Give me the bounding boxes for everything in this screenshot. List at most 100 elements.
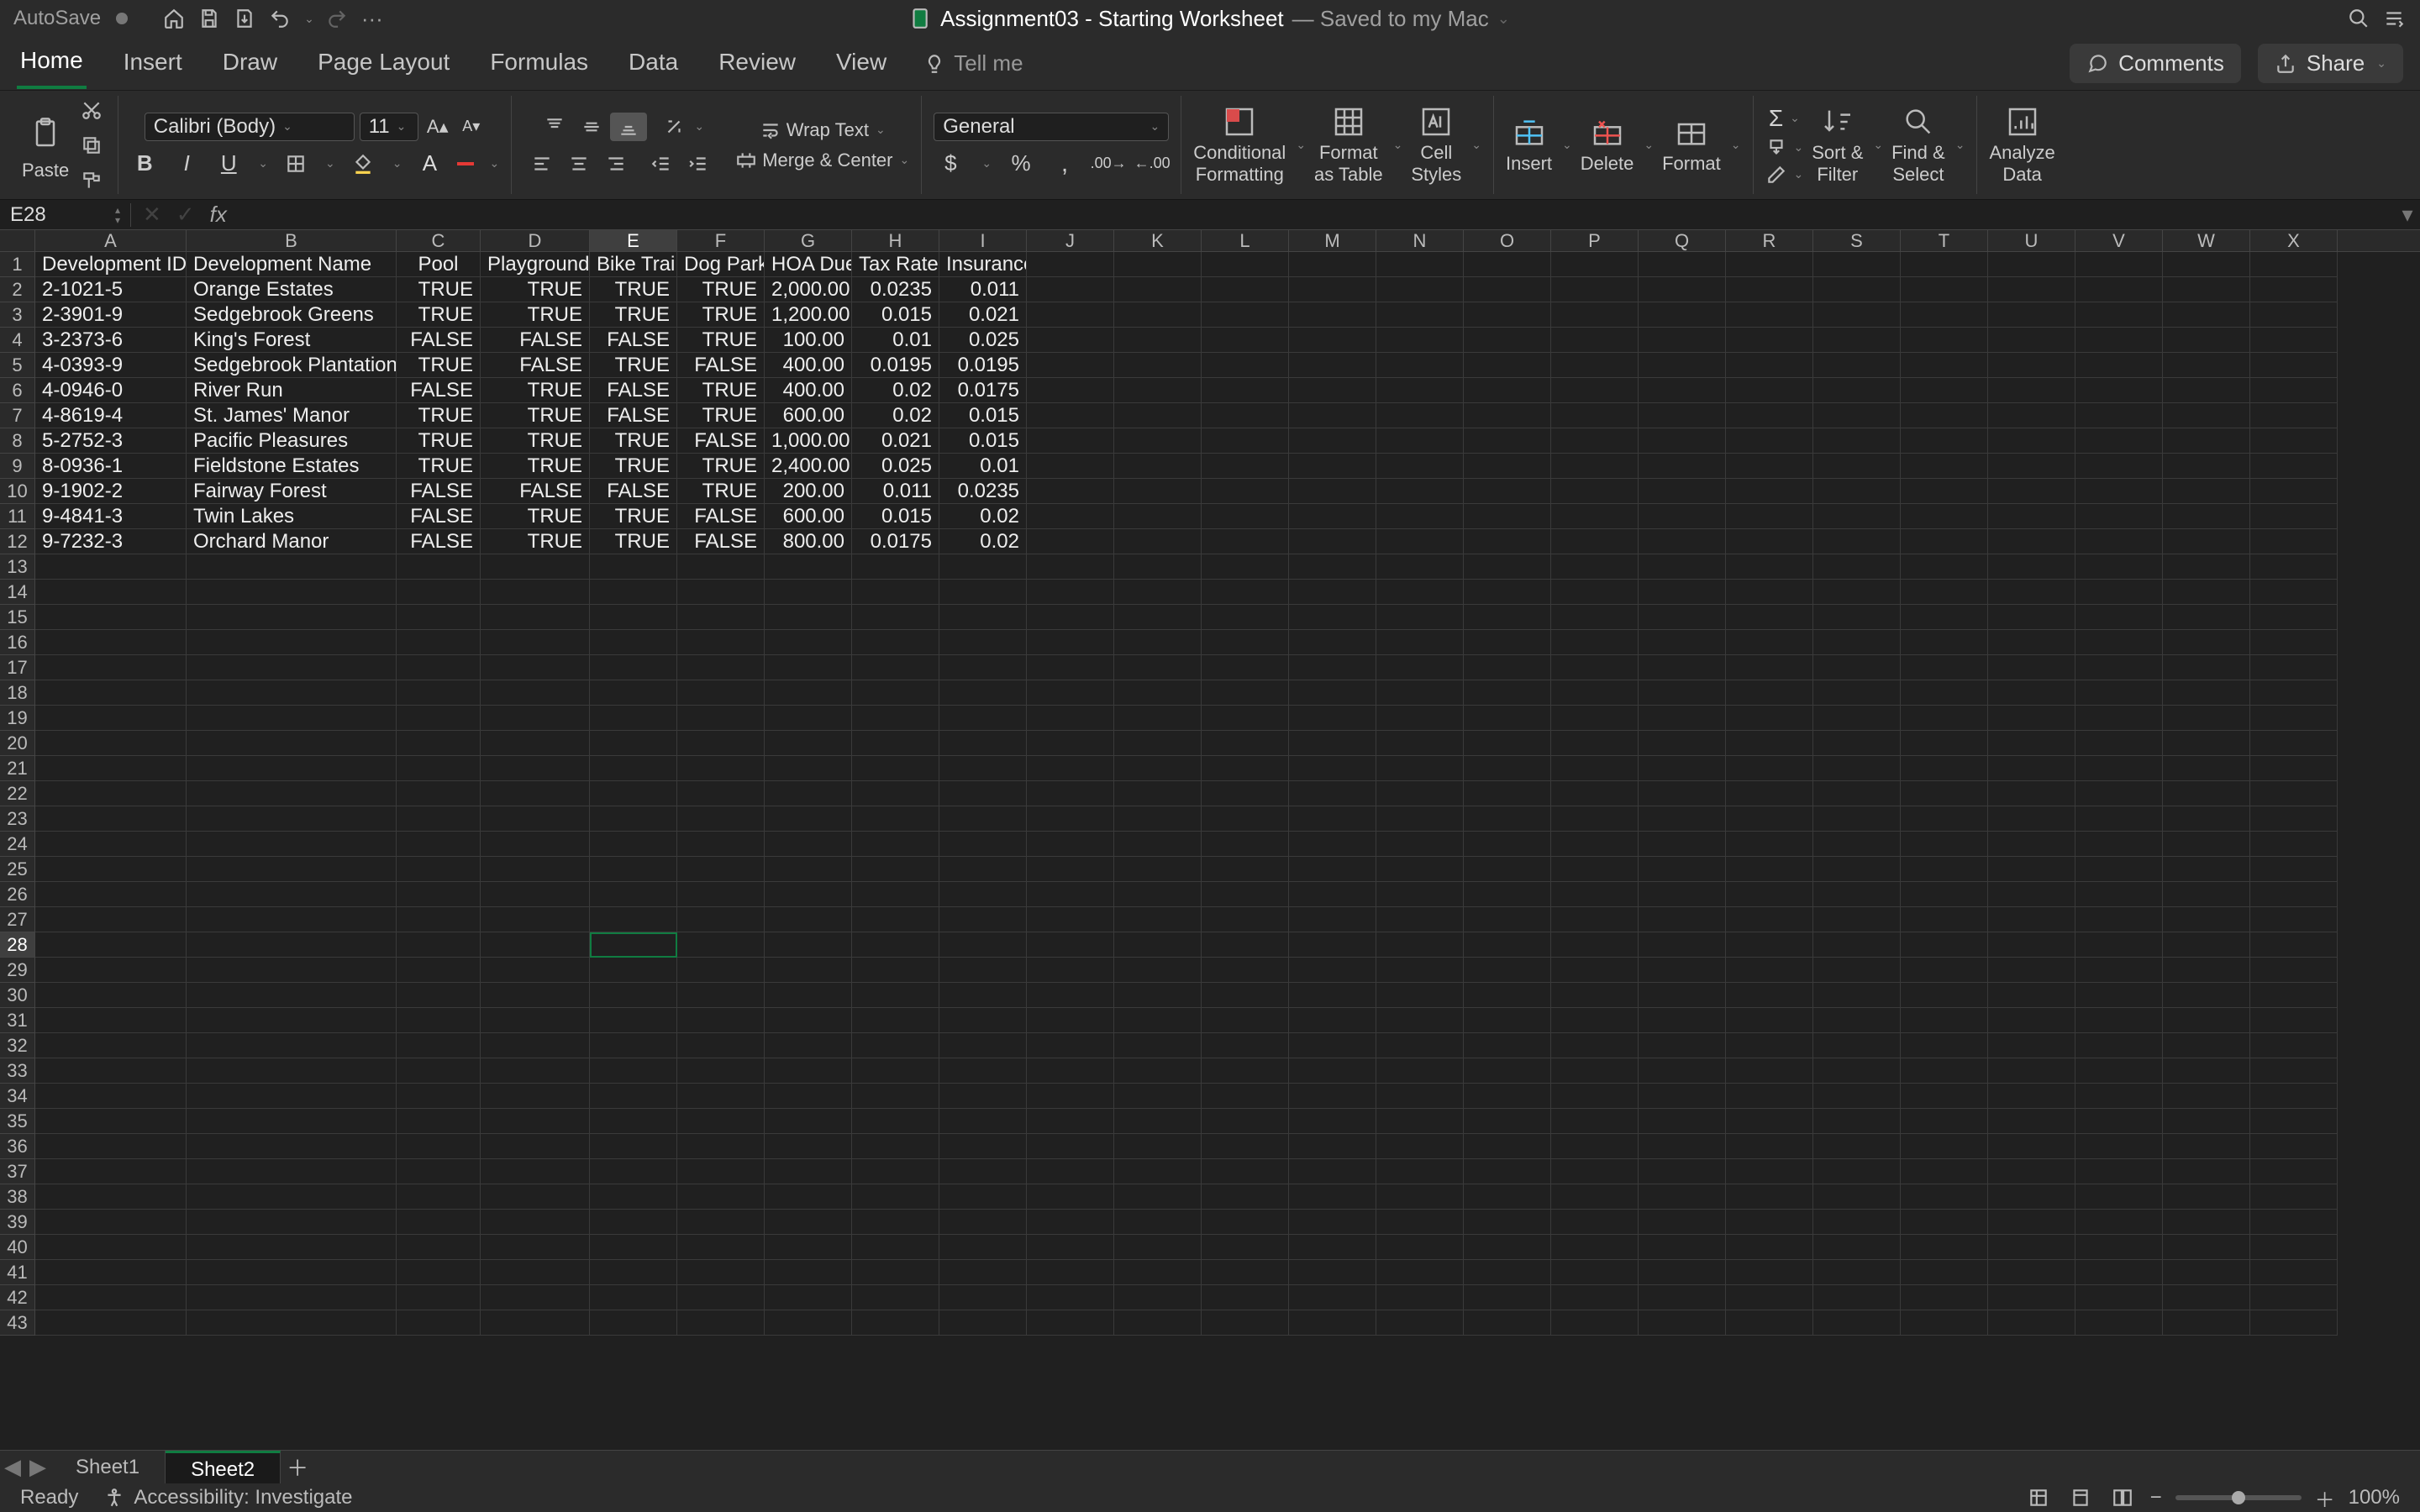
cell[interactable] — [1813, 428, 1901, 454]
row-header[interactable]: 35 — [0, 1109, 35, 1134]
cell[interactable]: Fairway Forest — [187, 479, 397, 504]
cell[interactable] — [1988, 832, 2075, 857]
cell[interactable]: TRUE — [590, 277, 677, 302]
cell[interactable] — [187, 832, 397, 857]
cell[interactable] — [1813, 706, 1901, 731]
cell[interactable] — [1813, 1310, 1901, 1336]
cell[interactable] — [1376, 1084, 1464, 1109]
cell[interactable] — [1464, 1235, 1551, 1260]
cell[interactable] — [1027, 958, 1114, 983]
cell[interactable] — [1376, 428, 1464, 454]
cell[interactable] — [1376, 1210, 1464, 1235]
cell[interactable] — [1376, 932, 1464, 958]
cell[interactable] — [1114, 454, 1202, 479]
cell[interactable] — [481, 1285, 590, 1310]
cell[interactable] — [2250, 302, 2338, 328]
cell[interactable] — [1376, 1033, 1464, 1058]
cell[interactable] — [1551, 1134, 1639, 1159]
cell[interactable] — [1551, 428, 1639, 454]
cell[interactable] — [1376, 655, 1464, 680]
cell[interactable] — [1289, 328, 1376, 353]
cell[interactable] — [1289, 1033, 1376, 1058]
cell[interactable] — [590, 1084, 677, 1109]
column-header[interactable]: Q — [1639, 230, 1726, 251]
cell[interactable] — [1114, 1134, 1202, 1159]
copy-icon[interactable] — [77, 131, 106, 160]
cell[interactable]: FALSE — [590, 378, 677, 403]
cell[interactable] — [1202, 983, 1289, 1008]
cell[interactable] — [1464, 554, 1551, 580]
cell[interactable] — [1813, 1109, 1901, 1134]
row-header[interactable]: 27 — [0, 907, 35, 932]
cell[interactable] — [481, 756, 590, 781]
row-header[interactable]: 13 — [0, 554, 35, 580]
cell[interactable]: TRUE — [397, 403, 481, 428]
cell[interactable] — [1464, 479, 1551, 504]
cell[interactable] — [1464, 781, 1551, 806]
increase-indent-icon[interactable] — [680, 150, 717, 178]
cell[interactable] — [1027, 882, 1114, 907]
cell[interactable]: TRUE — [481, 403, 590, 428]
cell[interactable]: Insurance Rates/$1K — [939, 252, 1027, 277]
page-layout-view-icon[interactable] — [2066, 1487, 2095, 1509]
cell[interactable] — [1813, 680, 1901, 706]
decrease-font-icon[interactable]: A▾ — [457, 113, 486, 141]
cell[interactable]: 200.00 — [765, 479, 852, 504]
cell[interactable] — [677, 932, 765, 958]
orientation-icon[interactable] — [655, 113, 692, 141]
cell[interactable] — [2250, 907, 2338, 932]
cell[interactable] — [2250, 1058, 2338, 1084]
cell[interactable] — [1639, 832, 1726, 857]
cell[interactable]: 600.00 — [765, 504, 852, 529]
cell[interactable] — [590, 932, 677, 958]
cell[interactable] — [2075, 806, 2163, 832]
cell[interactable] — [1027, 1310, 1114, 1336]
cell[interactable] — [590, 731, 677, 756]
cell[interactable] — [590, 655, 677, 680]
cell[interactable] — [1813, 832, 1901, 857]
cell[interactable] — [1901, 403, 1988, 428]
cell[interactable] — [677, 756, 765, 781]
align-center-icon[interactable] — [560, 150, 597, 178]
cell[interactable] — [1726, 328, 1813, 353]
delete-cells-button[interactable]: Delete — [1581, 116, 1634, 174]
align-top-icon[interactable] — [536, 113, 573, 141]
cell[interactable] — [1464, 277, 1551, 302]
borders-icon[interactable] — [281, 150, 310, 178]
cell[interactable] — [1376, 731, 1464, 756]
row-header[interactable]: 39 — [0, 1210, 35, 1235]
cell[interactable] — [1988, 454, 2075, 479]
cell[interactable] — [852, 731, 939, 756]
cell[interactable] — [2163, 1285, 2250, 1310]
cell[interactable] — [590, 781, 677, 806]
cell[interactable] — [1027, 857, 1114, 882]
cell[interactable] — [1464, 882, 1551, 907]
cell[interactable] — [1027, 781, 1114, 806]
cell[interactable]: FALSE — [677, 504, 765, 529]
cell[interactable] — [1376, 403, 1464, 428]
cell[interactable] — [1289, 882, 1376, 907]
cell[interactable]: TRUE — [481, 277, 590, 302]
cell[interactable] — [1464, 1109, 1551, 1134]
tab-page-layout[interactable]: Page Layout — [314, 40, 453, 87]
cell[interactable] — [1726, 378, 1813, 403]
cell[interactable] — [1289, 504, 1376, 529]
cell[interactable] — [1376, 1184, 1464, 1210]
cell[interactable] — [1376, 882, 1464, 907]
cell[interactable] — [1027, 1285, 1114, 1310]
cell[interactable] — [1289, 1285, 1376, 1310]
cell[interactable] — [1901, 554, 1988, 580]
cell[interactable] — [35, 1058, 187, 1084]
cell[interactable] — [1289, 529, 1376, 554]
cell[interactable] — [1376, 1260, 1464, 1285]
cell[interactable] — [852, 680, 939, 706]
home-icon[interactable] — [161, 6, 187, 31]
cell[interactable] — [765, 932, 852, 958]
cell[interactable] — [1027, 680, 1114, 706]
cell[interactable] — [481, 554, 590, 580]
cell[interactable] — [1464, 1310, 1551, 1336]
cell[interactable]: FALSE — [677, 428, 765, 454]
cell[interactable]: 2,000.00 — [765, 277, 852, 302]
number-format-select[interactable]: General⌄ — [934, 113, 1169, 141]
cell[interactable] — [852, 1134, 939, 1159]
